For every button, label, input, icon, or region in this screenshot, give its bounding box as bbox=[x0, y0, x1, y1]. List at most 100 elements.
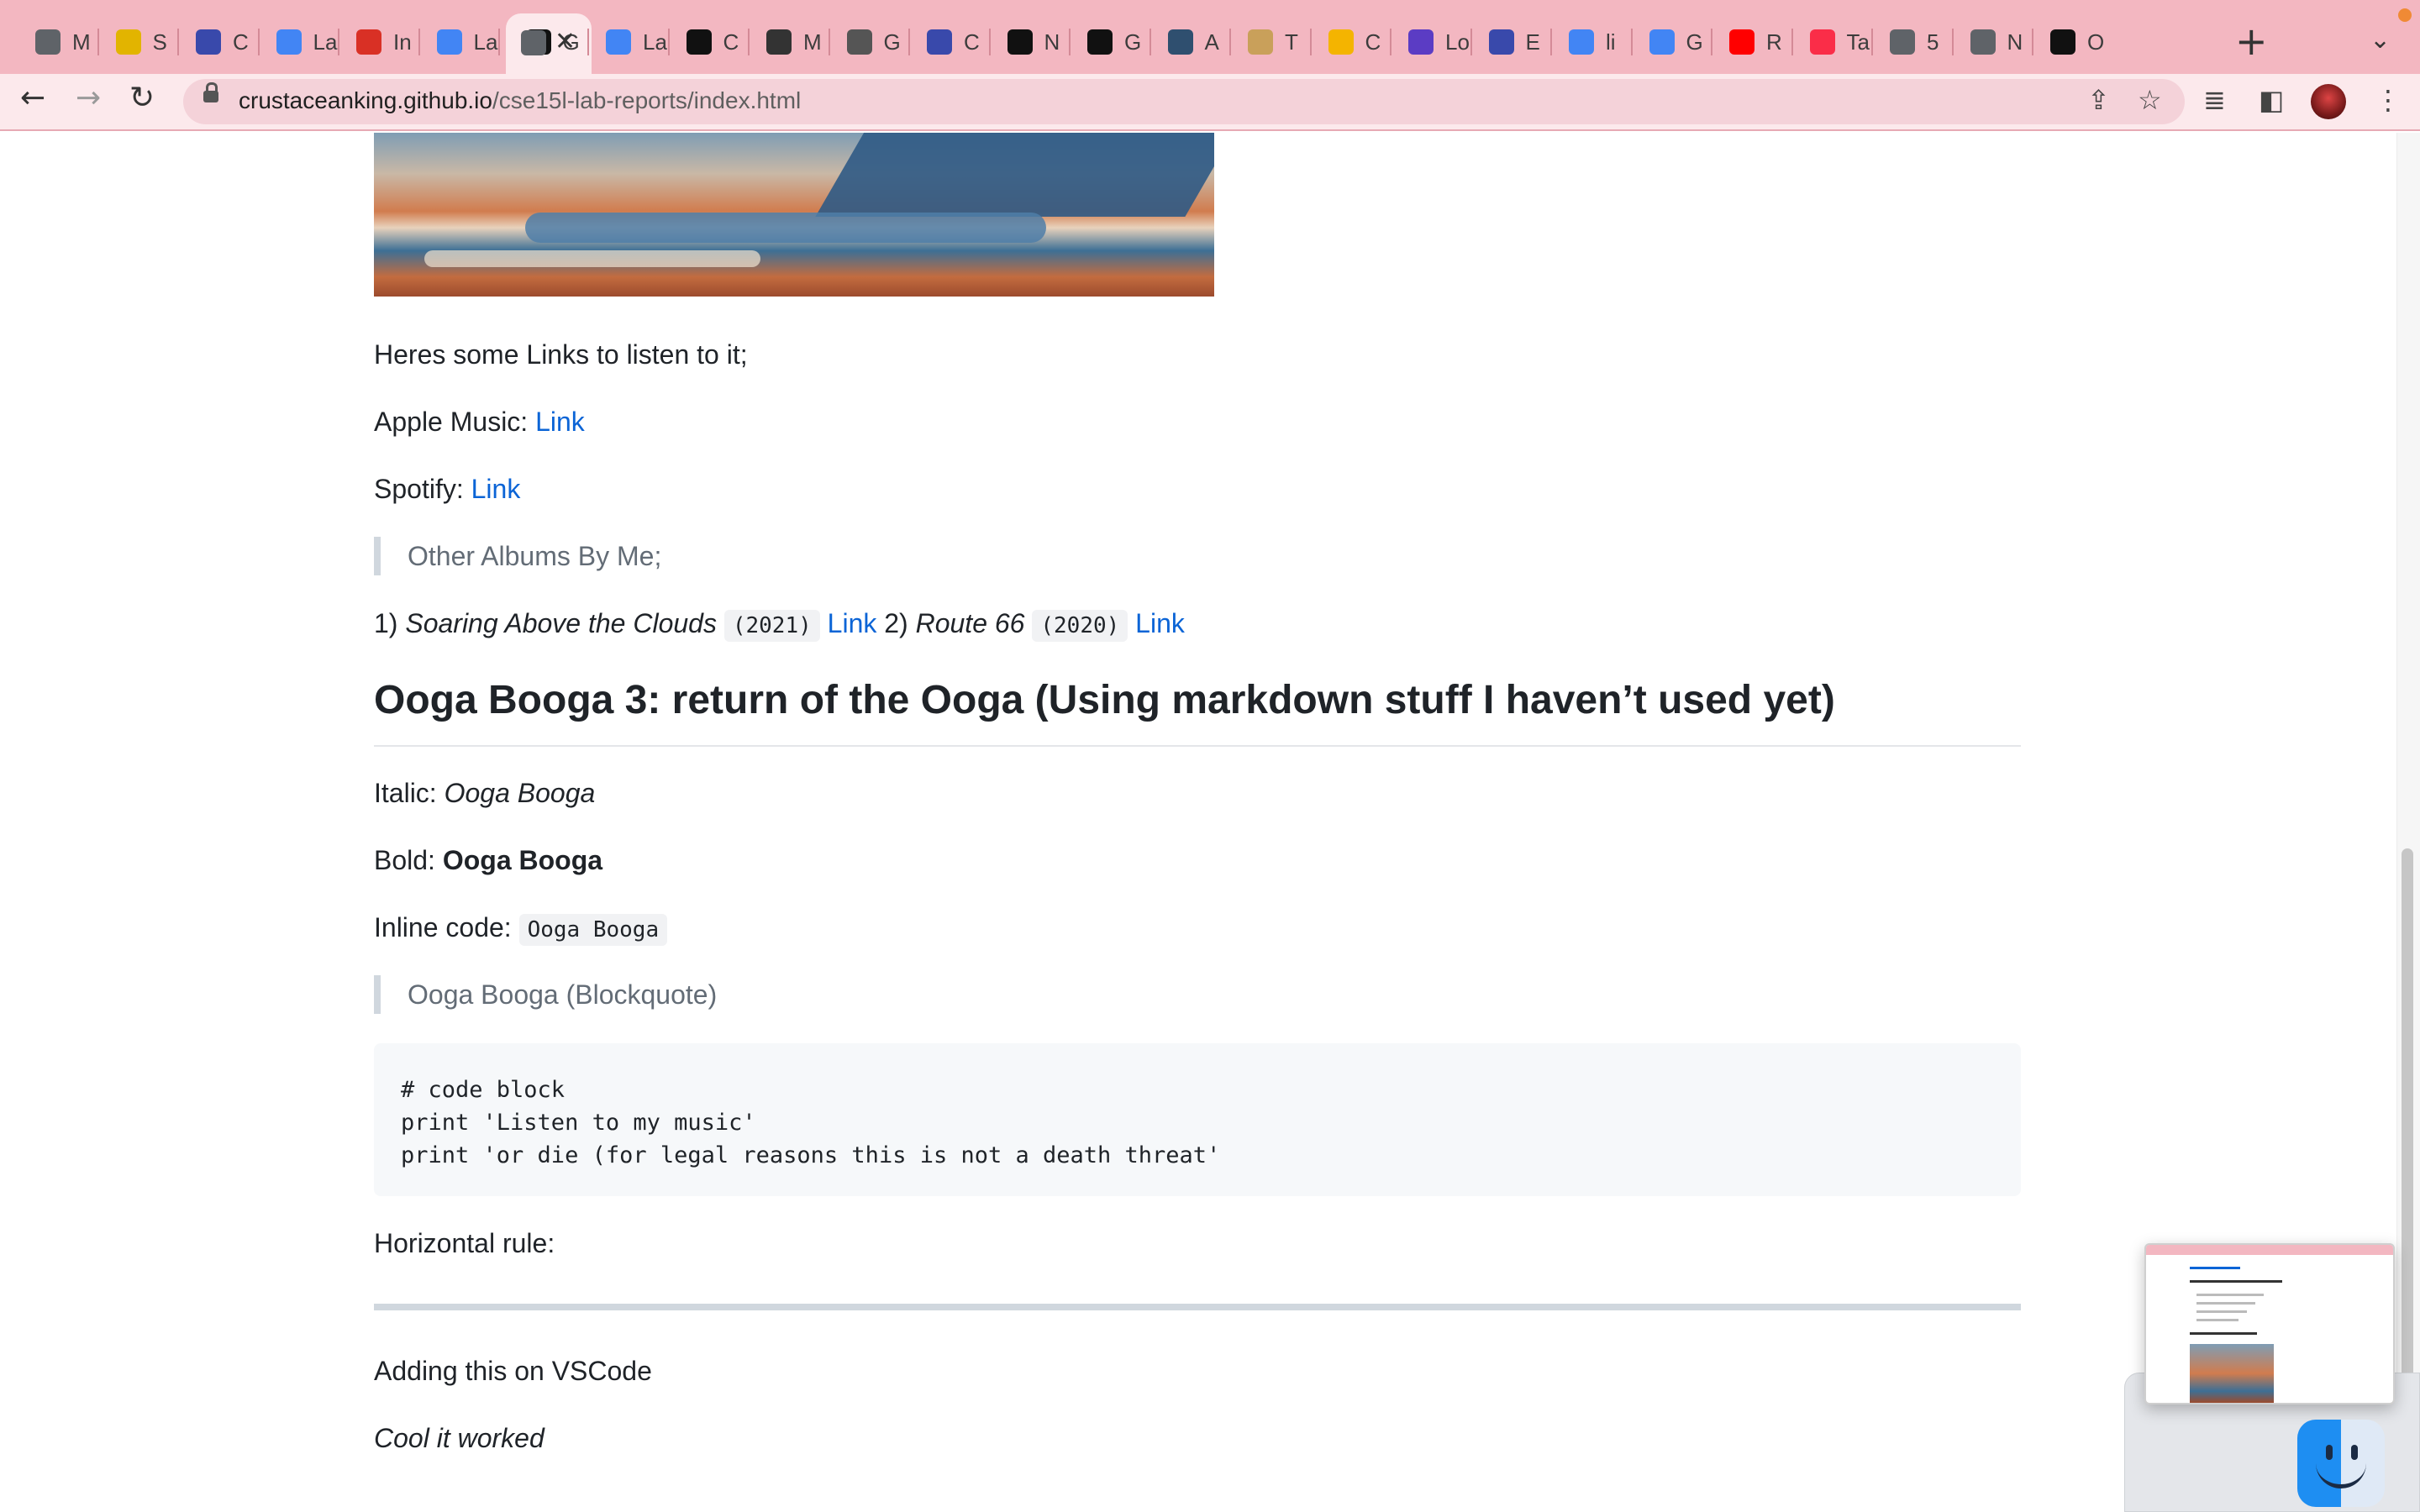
tab-title: G bbox=[1686, 29, 1703, 55]
youtube-icon bbox=[1729, 29, 1754, 55]
finder-icon[interactable] bbox=[2297, 1420, 2385, 1507]
jar-icon bbox=[1248, 29, 1273, 55]
classroom-icon bbox=[927, 29, 952, 55]
italic-line: Italic: Ooga Booga bbox=[374, 776, 595, 810]
browser-tab[interactable]: N bbox=[1959, 24, 2023, 60]
browser-tab[interactable]: G bbox=[1076, 24, 1141, 60]
reload-icon[interactable]: ↻ bbox=[129, 81, 155, 115]
browser-tab[interactable]: A bbox=[1156, 24, 1219, 60]
tab-separator bbox=[2032, 29, 2033, 55]
tab-title: La bbox=[643, 29, 667, 55]
close-tab-icon[interactable]: ✕ bbox=[555, 27, 576, 56]
apple-music-link[interactable]: Link bbox=[535, 407, 585, 437]
code-block: # code block print 'Listen to my music' … bbox=[374, 1043, 2021, 1196]
albums-line: 1) Soaring Above the Clouds (2021) Link … bbox=[374, 606, 1185, 643]
browser-tab[interactable]: In bbox=[345, 24, 412, 60]
album1-link[interactable]: Link bbox=[828, 608, 877, 638]
browser-tab[interactable]: G bbox=[835, 24, 901, 60]
tab-separator bbox=[1951, 29, 1954, 55]
google-docs-icon bbox=[606, 29, 631, 55]
inline-code-line: Inline code: Ooga Booga bbox=[374, 911, 668, 947]
window-preview-thumbnail[interactable] bbox=[2144, 1243, 2395, 1404]
list-app-icon bbox=[1408, 29, 1434, 55]
album2-title: Route 66 bbox=[915, 608, 1025, 638]
tab-title: E bbox=[1525, 29, 1540, 55]
browser-tab[interactable]: Lo bbox=[1397, 24, 1470, 60]
url-path: /cse15l-lab-reports/index.html bbox=[492, 87, 802, 113]
share-icon[interactable]: ⇪ bbox=[2087, 84, 2110, 116]
browser-tab[interactable]: 5 bbox=[1878, 24, 1939, 60]
tab-title: 5 bbox=[1927, 29, 1939, 55]
side-panel-icon[interactable]: ◧ bbox=[2259, 84, 2284, 116]
italic-label: Italic: bbox=[374, 778, 445, 808]
tab-title: G bbox=[1124, 29, 1142, 55]
browser-tab[interactable]: N bbox=[996, 24, 1060, 60]
apple-music-label: Apple Music: bbox=[374, 407, 536, 437]
heading-underline bbox=[374, 745, 2021, 747]
markdown-icon bbox=[846, 29, 872, 55]
tab-separator bbox=[587, 29, 589, 55]
tab-title: A bbox=[1204, 29, 1219, 55]
github-icon bbox=[1007, 29, 1033, 55]
browser-tab[interactable]: La bbox=[265, 24, 337, 60]
tab-title: li bbox=[1606, 29, 1616, 55]
browser-tab[interactable]: La bbox=[425, 24, 497, 60]
album2-link[interactable]: Link bbox=[1135, 608, 1185, 638]
tab-separator bbox=[748, 29, 750, 55]
page-content: Heres some Links to listen to it; Apple … bbox=[0, 133, 2420, 1512]
scrollbar-thumb[interactable] bbox=[2402, 848, 2413, 1378]
profile-avatar[interactable] bbox=[2311, 84, 2346, 119]
worked-line: Cool it worked bbox=[374, 1423, 544, 1453]
tab-separator bbox=[988, 29, 991, 55]
tab-separator bbox=[1470, 29, 1472, 55]
browser-tab[interactable]: li bbox=[1557, 24, 1616, 60]
browser-tab[interactable]: G bbox=[1638, 24, 1703, 60]
gmail-icon bbox=[356, 29, 381, 55]
browser-tab[interactable]: E bbox=[1477, 24, 1540, 60]
back-arrow-icon[interactable]: ← bbox=[20, 81, 45, 115]
bookmark-star-icon[interactable]: ☆ bbox=[2138, 84, 2162, 116]
tds-icon bbox=[1167, 29, 1193, 55]
spotify-link[interactable]: Link bbox=[471, 474, 521, 504]
browser-tab[interactable]: Ta bbox=[1798, 24, 1870, 60]
browser-tab[interactable]: La bbox=[594, 24, 667, 60]
browser-tab[interactable]: M bbox=[24, 24, 91, 60]
tab-separator bbox=[1390, 29, 1392, 55]
browser-tab[interactable]: T bbox=[1236, 24, 1298, 60]
tab-title: Lo bbox=[1445, 29, 1470, 55]
browser-tab[interactable]: R bbox=[1718, 24, 1782, 60]
github-icon bbox=[686, 29, 712, 55]
media-queue-icon[interactable]: ≣ bbox=[2203, 84, 2226, 116]
tab-separator bbox=[97, 29, 99, 55]
other-albums-quote: Other Albums By Me; bbox=[374, 537, 661, 575]
lock-icon[interactable] bbox=[203, 82, 218, 102]
github-icon bbox=[2050, 29, 2075, 55]
browser-tab[interactable]: C bbox=[675, 24, 739, 60]
album1-number: 1) bbox=[374, 608, 406, 638]
spotify-label: Spotify: bbox=[374, 474, 471, 504]
horizontal-rule bbox=[374, 1304, 2021, 1310]
browser-tab[interactable]: C bbox=[915, 24, 980, 60]
tab-title: In bbox=[393, 29, 412, 55]
url-text[interactable]: crustaceanking.github.io/cse15l-lab-repo… bbox=[239, 87, 801, 114]
classroom-icon bbox=[196, 29, 221, 55]
slides-icon bbox=[1328, 29, 1354, 55]
tab-search-chevron-icon[interactable]: ⌄ bbox=[2370, 25, 2391, 55]
menu-kebab-icon[interactable]: ⋮ bbox=[2375, 84, 2402, 116]
code-line: print 'or die (for legal reasons this is… bbox=[401, 1142, 1221, 1168]
tab-separator bbox=[1871, 29, 1873, 55]
browser-tab[interactable]: O bbox=[2039, 24, 2104, 60]
apple-music-icon bbox=[1809, 29, 1835, 55]
browser-tab[interactable]: M bbox=[755, 24, 822, 60]
github-icon bbox=[1087, 29, 1113, 55]
classroom-icon bbox=[1488, 29, 1514, 55]
browser-tab[interactable]: C bbox=[1317, 24, 1381, 60]
bold-line: Bold: Ooga Booga bbox=[374, 843, 602, 877]
browser-tab[interactable]: C bbox=[184, 24, 249, 60]
browser-tab[interactable]: S bbox=[104, 24, 167, 60]
new-tab-button[interactable]: + bbox=[2235, 18, 2268, 64]
forward-arrow-icon[interactable]: → bbox=[76, 81, 101, 115]
chrome-globe-icon bbox=[1890, 29, 1915, 55]
url-host: crustaceanking.github.io bbox=[239, 87, 492, 113]
tab-separator bbox=[257, 29, 260, 55]
